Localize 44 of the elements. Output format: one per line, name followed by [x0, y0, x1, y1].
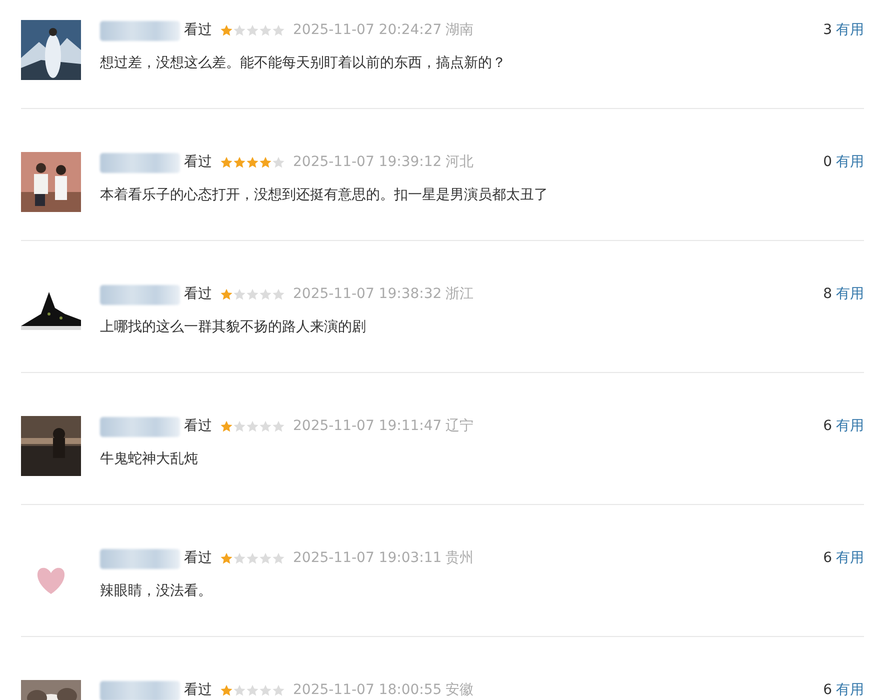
- vote-count: 6: [823, 681, 832, 700]
- useful-link[interactable]: 有用: [836, 20, 864, 41]
- filled-star-icon: [220, 684, 233, 697]
- filled-star-icon: [220, 288, 233, 301]
- comment-time: 2025-11-07 19:11:47: [293, 417, 442, 436]
- comment-text: 辣眼睛，没法看。: [100, 582, 213, 601]
- comment-text: 本着看乐子的心态打开，没想到还挺有意思的。扣一星是男演员都太丑了: [100, 186, 549, 205]
- filled-star-icon: [220, 156, 233, 169]
- useful-link[interactable]: 有用: [836, 416, 864, 437]
- comment-text: 上哪找的这么一群其貌不扬的路人来演的剧: [100, 318, 367, 337]
- watch-status: 看过: [184, 285, 212, 304]
- vote-count: 0: [823, 153, 832, 172]
- comment-region: 辽宁: [446, 417, 474, 436]
- filled-star-icon: [220, 24, 233, 37]
- comment-region: 贵州: [446, 549, 474, 568]
- comment-region: 湖南: [446, 21, 474, 40]
- watch-status: 看过: [184, 153, 212, 172]
- useful-link[interactable]: 有用: [836, 680, 864, 700]
- vote-count: 3: [823, 21, 832, 40]
- comment-time: 2025-11-07 19:38:32: [293, 285, 442, 304]
- useful-link[interactable]: 有用: [836, 548, 864, 569]
- watch-status: 看过: [184, 549, 212, 568]
- filled-star-icon: [259, 156, 272, 169]
- watch-status: 看过: [184, 681, 212, 700]
- watch-status: 看过: [184, 417, 212, 436]
- vote-count: 6: [823, 549, 832, 568]
- filled-star-icon: [220, 420, 233, 433]
- comment-time: 2025-11-07 19:03:11: [293, 549, 442, 568]
- comment-region: 浙江: [446, 285, 474, 304]
- comment-region: 安徽: [446, 681, 474, 700]
- comment-region: 河北: [446, 153, 474, 172]
- filled-star-icon: [233, 156, 246, 169]
- vote-count: 8: [823, 285, 832, 304]
- comment-text: 想过差，没想这么差。能不能每天别盯着以前的东西，搞点新的？: [100, 54, 507, 73]
- useful-link[interactable]: 有用: [836, 152, 864, 173]
- watch-status: 看过: [184, 21, 212, 40]
- comment-text: 牛鬼蛇神大乱炖: [100, 450, 199, 469]
- useful-link[interactable]: 有用: [836, 284, 864, 305]
- filled-star-icon: [246, 156, 259, 169]
- vote-count: 6: [823, 417, 832, 436]
- comment-time: 2025-11-07 20:24:27: [293, 21, 442, 40]
- filled-star-icon: [220, 552, 233, 565]
- comment-time: 2025-11-07 18:00:55: [293, 681, 442, 700]
- comment-time: 2025-11-07 19:39:12: [293, 153, 442, 172]
